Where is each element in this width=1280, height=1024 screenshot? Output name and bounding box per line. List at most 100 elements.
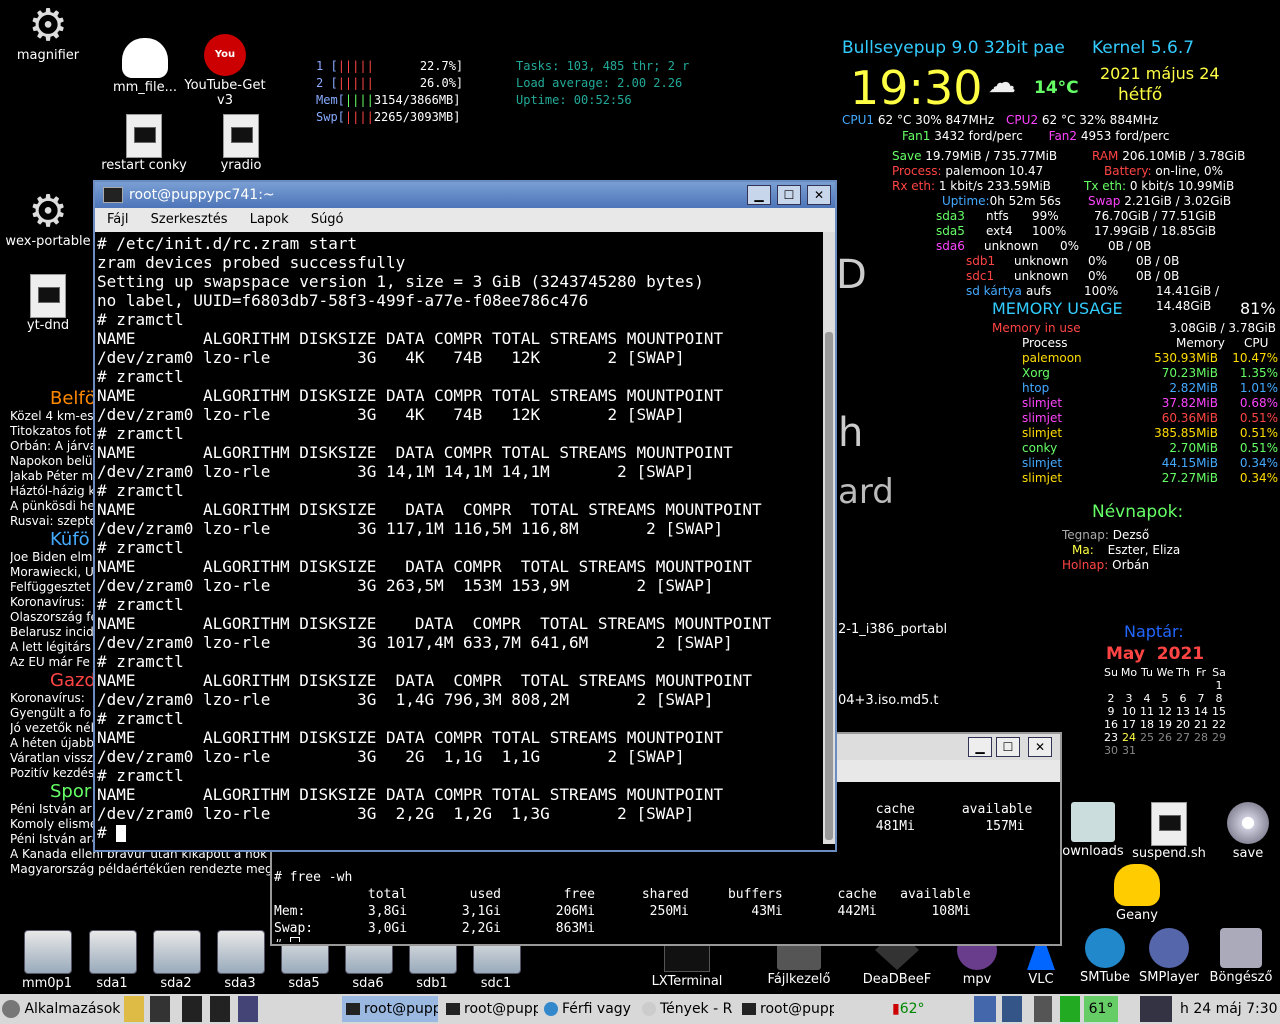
title-bar[interactable]: root@puppypc741:~ ▁ ☐ ✕ xyxy=(95,182,835,208)
task-button-terminal-1[interactable]: root@pupp xyxy=(342,996,438,1022)
youtube-get-shortcut[interactable]: You YouTube-Get v3 xyxy=(180,34,270,108)
cal-dow: We xyxy=(1156,666,1174,679)
scrollbar[interactable] xyxy=(823,232,835,844)
wex-portable-shortcut[interactable]: ⚙ wex-portable xyxy=(3,190,93,250)
terminal-line: /dev/zram0 lzo-rle 3G 4K 74B 12K 2 [SWAP… xyxy=(97,348,685,367)
menu-file[interactable]: Fájl xyxy=(107,212,128,227)
proc-name: palemoon xyxy=(1022,351,1082,365)
close-button[interactable]: ✕ xyxy=(807,185,831,205)
cal-day: 28 xyxy=(1194,731,1208,744)
tray-network-icon[interactable] xyxy=(974,996,996,1022)
cal-day xyxy=(1192,744,1210,757)
drive-icon[interactable] xyxy=(217,930,265,974)
close-button[interactable]: ✕ xyxy=(1028,737,1052,757)
tray-save-icon[interactable] xyxy=(1034,996,1052,1022)
task-button-browser-2[interactable]: Tények - R xyxy=(638,996,734,1022)
uptime-text: Uptime: 00:52:56 xyxy=(516,93,632,107)
minimize-button[interactable]: ▁ xyxy=(968,737,992,757)
memory-col: Memory xyxy=(1176,336,1225,350)
memory-usage-title: MEMORY USAGE xyxy=(992,299,1123,318)
start-menu-button[interactable]: Alkalmazások xyxy=(2,996,120,1022)
task-button-terminal-2[interactable]: root@pupp xyxy=(442,996,538,1022)
save-shortcut[interactable]: save xyxy=(1204,802,1280,861)
disk-pct: 99% xyxy=(1032,209,1059,223)
drive-label[interactable]: sdb1 xyxy=(402,976,462,991)
terminal-line: no label, UUID=f6803db7-58f3-499f-a77e-f… xyxy=(97,291,589,310)
battery-value: on-line, 0% xyxy=(1155,164,1224,178)
terminal-line: # zramctl xyxy=(97,481,184,500)
terminal-line: /dev/zram0 lzo-rle 3G 1,4G 796,3M 808,2M… xyxy=(97,690,714,709)
terminal-window-1[interactable]: root@puppypc741:~ ▁ ☐ ✕ Fájl Szerkesztés… xyxy=(93,180,837,852)
terminal-icon xyxy=(742,1003,756,1015)
swap-value: 2.21GiB / 3.02GiB xyxy=(1124,194,1232,208)
cal-week-row: 23 24 25 26 27 28 29 xyxy=(1102,731,1228,744)
restart-conky-shortcut[interactable]: restart conky xyxy=(99,114,189,173)
terminal-prompt[interactable]: # xyxy=(97,823,835,842)
quicklaunch-terminal-icon[interactable] xyxy=(150,996,170,1022)
cpu-temp-tray[interactable]: ▮62° xyxy=(892,996,946,1022)
drive-label[interactable]: mm0p1 xyxy=(17,976,77,991)
maximize-button[interactable]: ☐ xyxy=(996,737,1020,757)
task-button-browser-1[interactable]: Férfi vagy xyxy=(540,996,634,1022)
cal-day-today: 24 xyxy=(1122,731,1136,744)
scrollbar-thumb[interactable] xyxy=(825,332,833,840)
yradio-shortcut[interactable]: yradio xyxy=(196,114,286,173)
drive-icon[interactable] xyxy=(153,930,201,974)
drive-label[interactable]: sda3 xyxy=(210,976,270,991)
tray-temp-2[interactable]: 61° xyxy=(1084,996,1118,1022)
news-item[interactable]: Magyarország példaértékűen rendezte meg xyxy=(10,862,310,877)
mm-file-shortcut[interactable]: mm_file... xyxy=(100,38,190,95)
clock[interactable]: h 24 máj 7:30 xyxy=(1180,996,1278,1022)
puppy-icon xyxy=(2,1000,20,1018)
geany-shortcut[interactable]: Geany xyxy=(1092,864,1182,923)
mem-label: Mem[ xyxy=(316,93,345,107)
terminal-output[interactable]: # /etc/init.d/rc.zram start zram devices … xyxy=(95,232,835,846)
proc-mem: 2.70MiB xyxy=(1169,441,1218,455)
cal-dow: Sa xyxy=(1212,666,1226,679)
quicklaunch-console-icon[interactable] xyxy=(210,996,230,1022)
menu-edit[interactable]: Szerkesztés xyxy=(151,212,228,227)
menu-help[interactable]: Súgó xyxy=(311,212,344,227)
swap-label: Swap xyxy=(1088,194,1121,208)
cal-day: 31 xyxy=(1122,744,1136,757)
cpu-temp-label: 62° xyxy=(899,1001,925,1017)
quicklaunch-window-icon[interactable] xyxy=(238,996,258,1022)
cpu2-label: CPU2 xyxy=(1006,113,1039,127)
drive-label[interactable]: sda5 xyxy=(274,976,334,991)
htop-meters: 1 [||||| 22.7%] 2 [||||| 26.0%] Mem[||||31… xyxy=(316,58,463,126)
drive-label[interactable]: sda1 xyxy=(82,976,142,991)
yt-dnd-shortcut[interactable]: yt-dnd xyxy=(3,274,93,333)
quicklaunch-user-icon[interactable] xyxy=(182,996,202,1022)
icon-label: yt-dnd xyxy=(26,318,70,333)
minimize-button[interactable]: ▁ xyxy=(747,185,771,205)
cal-day: 1 xyxy=(1215,679,1223,692)
tray-shield-icon[interactable] xyxy=(1060,996,1080,1022)
drive-label[interactable]: sda2 xyxy=(146,976,206,991)
tray-battery-icon[interactable] xyxy=(1140,996,1172,1022)
smplayer-icon xyxy=(1149,928,1189,968)
cal-day xyxy=(1156,679,1174,692)
script-file-icon xyxy=(223,114,259,158)
drive-label[interactable]: sda6 xyxy=(338,976,398,991)
disk-row: sd kártya aufs 100% 14.41GiB / 14.48GiB xyxy=(936,284,1276,313)
magnifier-shortcut[interactable]: ⚙ magnifier xyxy=(3,4,93,64)
browser-launcher[interactable]: Böngésző xyxy=(1196,928,1280,985)
drive-label[interactable]: sdc1 xyxy=(466,976,526,991)
tray-volume-icon[interactable] xyxy=(1002,996,1022,1022)
cpu1-stats: 62 °C 30% 847MHz xyxy=(877,113,995,127)
suspend-shortcut[interactable]: suspend.sh xyxy=(1124,802,1214,861)
teapot-icon xyxy=(1114,864,1160,906)
cpu2-label: 2 [ xyxy=(316,76,338,90)
menu-tabs[interactable]: Lapok xyxy=(250,212,289,227)
drive-icon[interactable] xyxy=(24,930,72,974)
menu-bar: Fájl Szerkesztés Lapok Súgó xyxy=(95,208,835,232)
proc-name: slimjet xyxy=(1022,396,1063,410)
terminal-prompt[interactable]: # xyxy=(274,937,1060,942)
drive-icon[interactable] xyxy=(89,930,137,974)
maximize-button[interactable]: ☐ xyxy=(777,185,801,205)
task-button-terminal-3[interactable]: root@pupp xyxy=(738,996,834,1022)
process-label: Process: xyxy=(892,164,942,178)
tasks-text: Tasks: 103, 485 thr; 2 r xyxy=(516,59,690,73)
quicklaunch-folder-icon[interactable] xyxy=(124,996,144,1022)
